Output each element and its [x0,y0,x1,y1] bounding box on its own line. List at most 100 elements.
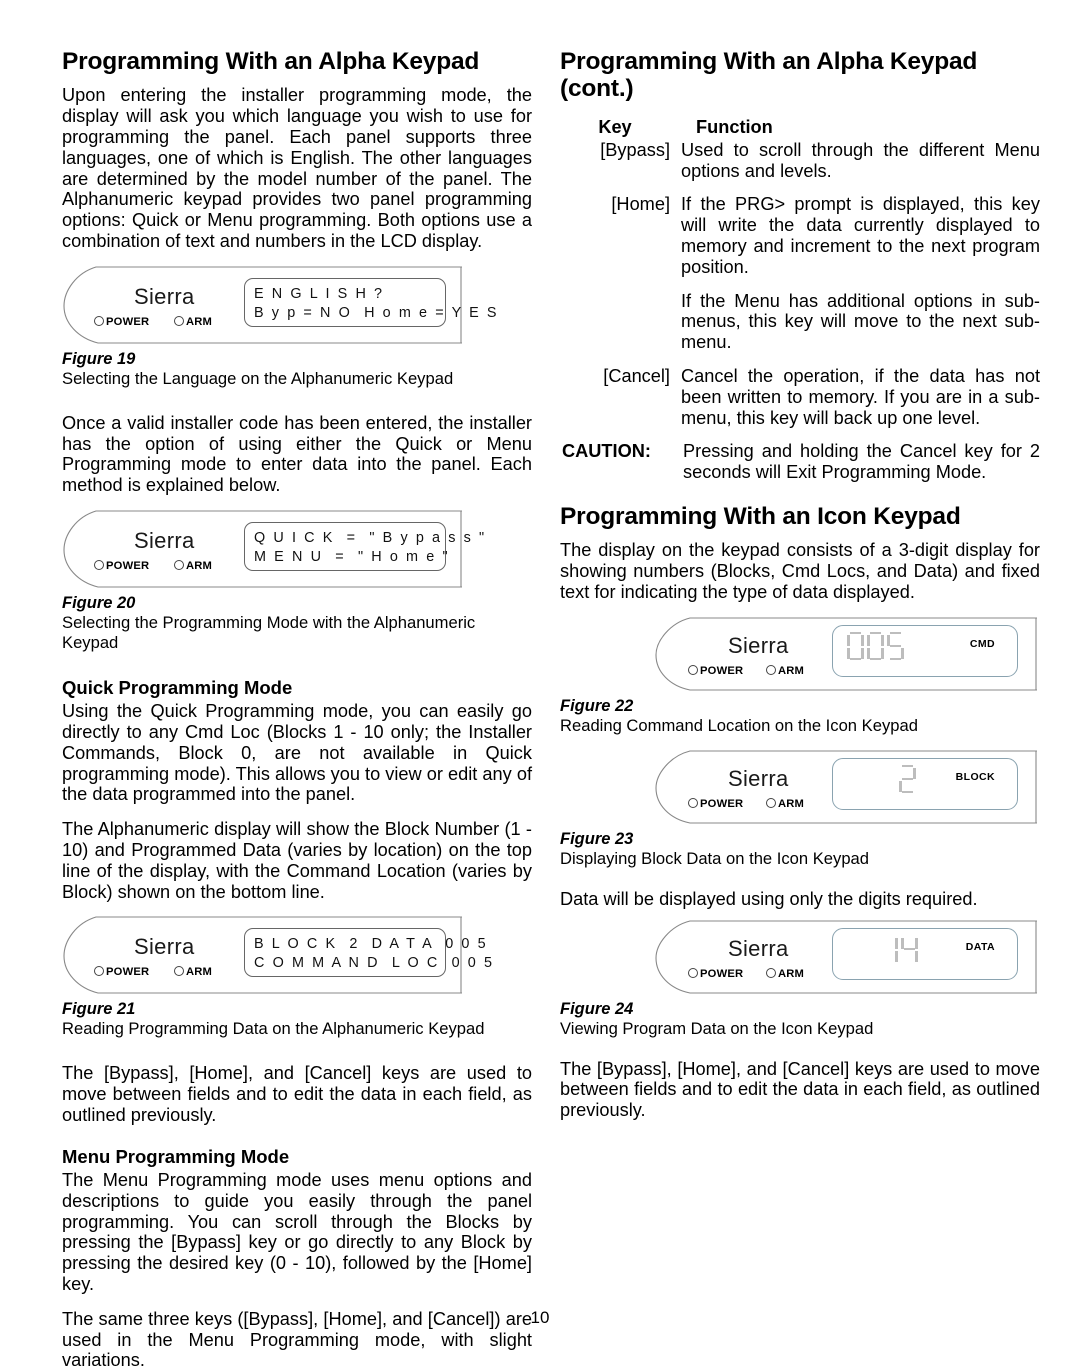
caution-row: CAUTION: Pressing and holding the Cancel… [560,441,1040,483]
key-function-table-header: Key Function [560,117,1040,138]
seven-segment-digits [881,935,918,964]
power-led-label: POWER [700,967,744,980]
power-led-indicator: POWER [688,664,744,677]
arm-led-dot [766,664,776,675]
quick-programming-heading: Quick Programming Mode [62,677,293,698]
power-led-label: POWER [700,797,744,810]
keys-usage-paragraph: The [Bypass], [Home], and [Cancel] keys … [62,1063,532,1125]
seven-segment-digit [867,631,884,661]
figure-number: Figure 22 [560,696,634,715]
page-title: Programming With an Alpha Keypad [62,48,480,75]
right-keys-usage-paragraph: The [Bypass], [Home], and [Cancel] keys … [560,1058,1040,1121]
seven-segment-digits [899,764,916,794]
key-function-home: If the PRG> prompt is displayed, this ke… [670,194,1040,353]
caution-label: CAUTION: [562,441,651,462]
right-page-title: Programming With an Alpha Keypad (cont.) [560,48,978,103]
figure-description: Displaying Block Data on the Icon Keypad [560,848,870,868]
figure-24-caption: Figure 24 Viewing Program Data on the Ic… [560,1000,1040,1039]
power-led-indicator: POWER [688,967,744,980]
function-paragraph: Cancel the operation, if the data has no… [681,366,1040,428]
arm-led-indicator: ARM [766,664,804,677]
power-led-dot [94,315,104,326]
menu-programming-paragraph-1: The Menu Programming mode uses menu opti… [62,1169,532,1294]
power-led-indicator: POWER [94,315,150,328]
power-led-indicator: POWER [94,966,149,978]
seven-segment-digit [847,631,864,661]
quick-programming-paragraph-1: Using the Quick Programming mode, you ca… [62,701,532,805]
arm-led-dot [766,797,776,808]
power-led-label: POWER [106,315,150,328]
function-paragraph: If the PRG> prompt is displayed, this ke… [681,194,1040,277]
figure-number: Figure 19 [62,349,136,368]
seven-segment-digit [899,764,916,794]
arm-led-indicator: ARM [174,315,213,328]
brand-label-sierra: Sierra [134,934,195,960]
display-mode-label: BLOCK [955,770,995,783]
figure-description: Selecting the Programming Mode with the … [62,613,476,652]
figure-22-caption: Figure 22 Reading Command Location on th… [560,697,1040,736]
table-row: [Bypass] Used to scroll through the diff… [560,140,1040,182]
figure-20-alpha-keypad: Sierra POWER ARM Q U I C K = " B y p a s… [62,510,532,588]
figure-number: Figure 21 [62,1000,136,1019]
menu-programming-heading: Menu Programming Mode [62,1145,290,1167]
arm-led-indicator: ARM [174,560,212,572]
figure-21-alpha-keypad: Sierra POWER ARM B L O C K 2 D A T A 0 0… [62,916,532,994]
figure-19-caption: Figure 19 Selecting the Language on the … [62,350,532,389]
key-function-cancel: Cancel the operation, if the data has no… [670,366,1040,428]
function-paragraph: If the Menu has additional options in su… [681,290,1040,353]
installer-code-paragraph: Once a valid installer code has been ent… [62,412,532,496]
alpha-lcd-display: E N G L I S H ? B y p = N O H o m e = Y … [244,277,497,327]
figure-22-icon-keypad: Sierra POWER ARM CMD [560,617,1040,691]
arm-led-dot [174,315,184,326]
figure-number: Figure 23 [560,829,634,848]
alpha-lcd-display: Q U I C K = " B y p a s s " M E N U = " … [244,522,487,571]
alpha-lcd-display: B L O C K 2 D A T A 0 0 5 C O M M A N D … [244,928,495,978]
power-led-label: POWER [700,664,744,677]
arm-led-indicator: ARM [766,797,804,810]
figure-number: Figure 24 [560,999,634,1018]
arm-led-indicator: ARM [766,967,804,980]
arm-led-dot [174,560,184,570]
brand-label-sierra: Sierra [728,935,789,961]
lcd-line-1: Q U I C K = " B y p a s s " [254,530,487,546]
figure-description: Selecting the Language on the Alphanumer… [62,368,454,388]
power-led-dot [94,966,104,977]
right-column: Programming With an Alpha Keypad (cont.)… [560,48,1040,1278]
power-led-indicator: POWER [688,797,744,810]
seven-segment-digit [887,631,904,661]
arm-led-label: ARM [186,966,213,979]
key-name-home: [Home] [611,194,670,215]
digits-required-paragraph: Data will be displayed using only the di… [560,888,978,909]
quick-programming-paragraph-2: The Alphanumeric display will show the B… [62,819,532,902]
brand-label-sierra: Sierra [134,528,195,553]
figure-23-caption: Figure 23 Displaying Block Data on the I… [560,830,1040,869]
figure-23-icon-keypad: Sierra POWER ARM BLOCK [560,750,1040,824]
arm-led-label: ARM [186,315,213,328]
seven-segment-digits [847,631,904,661]
arm-led-label: ARM [186,560,213,572]
key-function-bypass: Used to scroll through the different Men… [670,140,1040,182]
power-led-dot [688,967,698,978]
display-mode-label: DATA [965,940,995,953]
page-number: 10 [530,1308,550,1327]
power-led-dot [94,560,104,570]
lcd-line-1: E N G L I S H ? [254,285,385,302]
lcd-line-2: M E N U = " H o m e " [254,549,450,565]
power-led-indicator: POWER [94,560,149,572]
arm-led-dot [174,966,184,977]
figure-description: Reading Programming Data on the Alphanum… [62,1019,485,1039]
intro-paragraph: Upon entering the installer programming … [62,85,532,252]
figure-24-icon-keypad: Sierra POWER ARM DATA [560,920,1040,994]
two-column-layout: Programming With an Alpha Keypad Upon en… [62,48,1040,1370]
power-led-label: POWER [106,966,150,979]
icon-keypad-paragraph: The display on the keypad consists of a … [560,540,1040,603]
lcd-line-2: C O M M A N D L O C 0 0 5 [254,955,495,972]
lcd-line-1: B L O C K 2 D A T A 0 0 5 [254,936,488,953]
figure-21-caption: Figure 21 Reading Programming Data on th… [62,1000,532,1039]
display-mode-label: CMD [969,637,995,650]
table-row: [Home] If the PRG> prompt is displayed, … [560,194,1040,353]
arm-led-indicator: ARM [174,966,212,978]
arm-led-dot [766,967,776,978]
left-column: Programming With an Alpha Keypad Upon en… [62,48,532,1370]
table-row: [Cancel] Cancel the operation, if the da… [560,366,1040,428]
